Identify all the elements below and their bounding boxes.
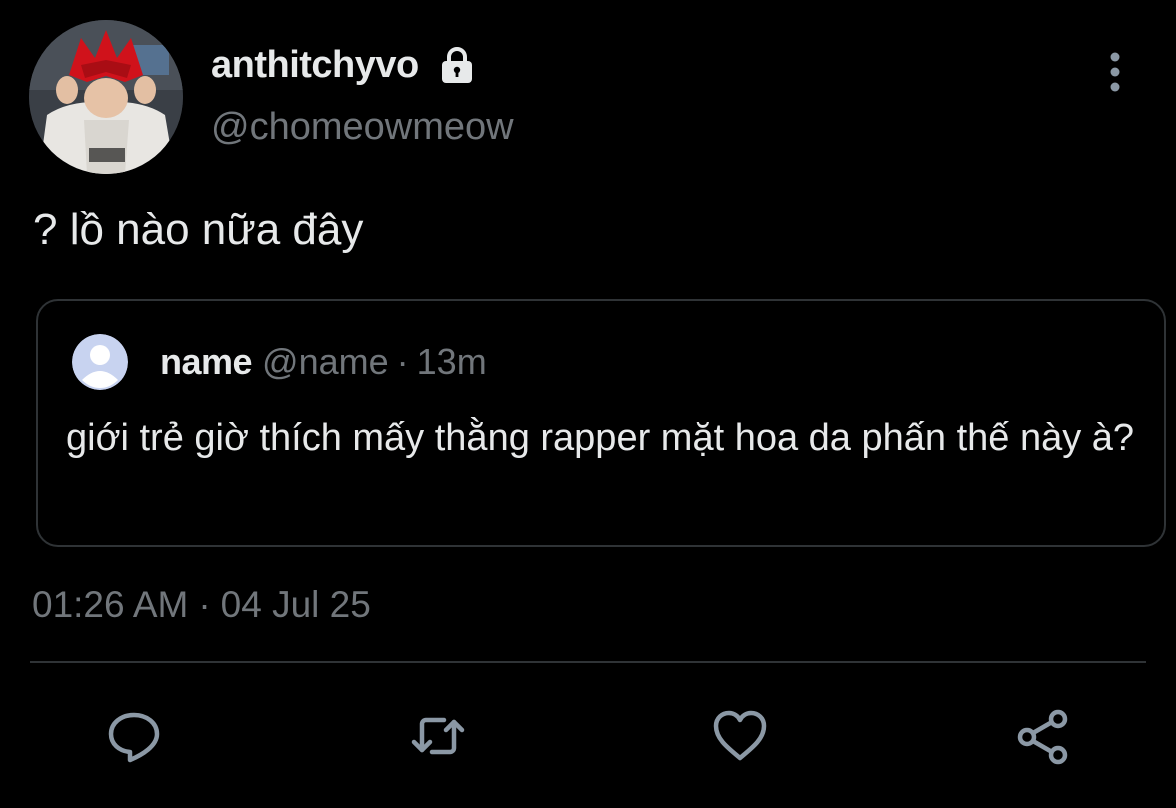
default-avatar-icon — [72, 334, 128, 390]
tweet-text: ? lồ nào nữa đây — [33, 205, 364, 254]
reply-icon — [108, 712, 160, 763]
quoted-name: name — [160, 341, 253, 382]
tweet-timestamp: 01:26 AM · 04 Jul 25 — [32, 584, 371, 626]
tweet-time: 01:26 AM — [32, 584, 189, 625]
quoted-separator: · — [396, 341, 409, 382]
tweet-detail: anthitchyvo @chomeowmeow ? lồ nào nữa đâ… — [0, 0, 1176, 808]
author-display-name[interactable]: anthitchyvo — [211, 44, 419, 87]
timestamp-separator: · — [198, 584, 211, 625]
share-button[interactable] — [1013, 706, 1073, 766]
quoted-age: 13m — [416, 341, 487, 382]
divider — [30, 661, 1146, 663]
like-button[interactable] — [710, 706, 770, 766]
more-vertical-icon[interactable] — [1098, 48, 1132, 96]
quoted-header: name @name · 13m — [160, 339, 487, 385]
author-handle[interactable]: @chomeowmeow — [211, 106, 514, 149]
quoted-avatar[interactable] — [72, 334, 128, 390]
tweet-date: 04 Jul 25 — [220, 584, 371, 625]
author-avatar[interactable] — [29, 20, 183, 174]
lock-icon — [437, 45, 477, 85]
retweet-icon — [411, 717, 465, 755]
quoted-text: giới trẻ giờ thích mấy thằng rapper mặt … — [66, 417, 1135, 459]
reply-button[interactable] — [104, 706, 164, 766]
share-icon — [1017, 709, 1068, 765]
author-name-row: anthitchyvo — [211, 40, 477, 90]
quoted-handle: @name — [262, 341, 389, 382]
retweet-button[interactable] — [408, 706, 468, 766]
quoted-tweet-card[interactable]: name @name · 13m giới trẻ giờ thích mấy … — [36, 299, 1166, 547]
heart-icon — [713, 710, 767, 761]
author-avatar-image — [29, 20, 183, 174]
